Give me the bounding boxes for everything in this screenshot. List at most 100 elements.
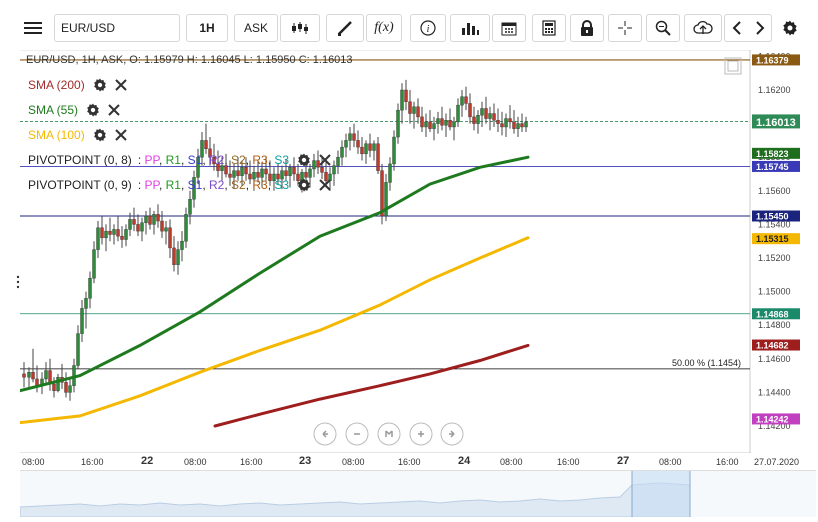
gear-icon[interactable] (93, 78, 107, 92)
settings-button[interactable] (776, 14, 804, 42)
pivot-8-row[interactable]: PIVOTPOINT (0, 8) : PP, R1, S1, R2, S2, … (28, 153, 331, 167)
candle (152, 214, 156, 225)
time-label: 08:00 (342, 457, 365, 467)
lock-button[interactable] (570, 14, 604, 42)
candle (284, 170, 288, 176)
pivot-item: S3 (274, 178, 290, 192)
time-label: 27 (617, 455, 630, 467)
candle (232, 170, 236, 178)
timeframe-button[interactable]: 1H (186, 14, 228, 42)
prev-button[interactable] (724, 14, 748, 42)
sma-100-row[interactable]: SMA (100) (28, 128, 127, 142)
gear-icon[interactable] (86, 103, 100, 117)
function-button[interactable]: f(x) (366, 14, 402, 42)
candle (140, 222, 144, 232)
candle (512, 121, 516, 129)
price-badge-label: 1.14868 (756, 309, 789, 319)
navigator-chart[interactable] (19, 471, 816, 518)
calendar-icon (501, 22, 517, 36)
candle (44, 370, 48, 380)
time-label: 08:00 (22, 457, 45, 467)
close-icon[interactable] (114, 129, 127, 141)
zoom-button[interactable] (646, 14, 680, 42)
crosshair-button[interactable] (608, 14, 642, 42)
candle (292, 167, 296, 175)
candle (104, 230, 108, 239)
candle (188, 198, 192, 215)
close-icon[interactable] (319, 179, 331, 191)
time-label: 16:00 (81, 457, 104, 467)
price-chart[interactable]: 1.164001.162001.158001.156001.154001.152… (20, 50, 816, 453)
cloud-upload-button[interactable] (684, 14, 722, 42)
next-button[interactable] (748, 14, 772, 42)
time-label: 08:00 (500, 457, 523, 467)
price-tick: 1.16200 (758, 85, 791, 95)
candle (128, 219, 132, 230)
draw-button[interactable] (326, 14, 364, 42)
close-icon[interactable] (108, 104, 120, 116)
candle (120, 235, 124, 240)
close-icon[interactable] (319, 154, 331, 166)
candle (480, 108, 484, 116)
candle (504, 118, 508, 128)
price-badge-label: 1.15315 (756, 234, 789, 244)
volume-button[interactable] (450, 14, 490, 42)
gear-icon[interactable] (93, 128, 107, 142)
candle (360, 146, 364, 155)
candle (420, 116, 424, 128)
sma-200-label: SMA (200) (28, 78, 85, 92)
pivot-9-items: : PP, R1, S1, R2, S2, R3, S3 (137, 178, 290, 192)
chart-type-button[interactable] (280, 14, 320, 42)
chart-area[interactable]: 1.164001.162001.158001.156001.154001.152… (20, 50, 816, 453)
candle (492, 113, 496, 121)
sma-200-row[interactable]: SMA (200) (28, 78, 127, 92)
sma-55-row[interactable]: SMA (55) (28, 103, 120, 117)
candle (168, 227, 172, 249)
candle (460, 96, 464, 106)
calendar-button[interactable] (492, 14, 526, 42)
candle (392, 136, 396, 165)
menu-icon (24, 22, 42, 34)
candle (84, 298, 88, 309)
candle (452, 121, 456, 128)
candle (180, 240, 184, 250)
candle (500, 123, 504, 128)
symbol-input[interactable]: EUR/USD (54, 14, 180, 42)
price-type-button[interactable]: ASK (234, 14, 278, 42)
next-icon (755, 21, 764, 35)
candle (320, 167, 324, 173)
gear-icon[interactable] (297, 178, 311, 192)
candle (92, 249, 96, 279)
time-label: 22 (141, 455, 154, 467)
candle (520, 123, 524, 128)
gear-icon[interactable] (297, 153, 311, 167)
candle (352, 133, 356, 141)
navigator-window[interactable] (632, 471, 690, 517)
candle (412, 106, 416, 114)
info-button[interactable]: i (410, 14, 446, 42)
candle (388, 163, 392, 183)
candle (204, 140, 208, 150)
calculator-icon (542, 20, 556, 36)
pivot-9-row[interactable]: PIVOTPOINT (0, 9) : PP, R1, S1, R2, S2, … (28, 178, 331, 192)
prev-icon (732, 21, 741, 35)
price-badge-label: 1.15450 (756, 212, 789, 222)
menu-button[interactable] (18, 14, 48, 42)
candle (56, 377, 60, 391)
candle (464, 96, 468, 104)
time-label: 08:00 (184, 457, 207, 467)
drag-handle[interactable] (16, 275, 20, 291)
navigator-panel[interactable] (19, 470, 816, 518)
candle (436, 118, 440, 124)
time-label: 24 (458, 455, 471, 467)
pivot-9-label: PIVOTPOINT (0, 9) (28, 178, 132, 192)
volume-icon (462, 23, 479, 35)
candle (264, 168, 268, 175)
candle (432, 123, 436, 129)
candle (244, 167, 248, 175)
calculator-button[interactable] (532, 14, 566, 42)
candle (132, 219, 136, 225)
close-icon[interactable] (114, 79, 127, 91)
lock-icon (581, 20, 593, 36)
candle (68, 385, 72, 393)
